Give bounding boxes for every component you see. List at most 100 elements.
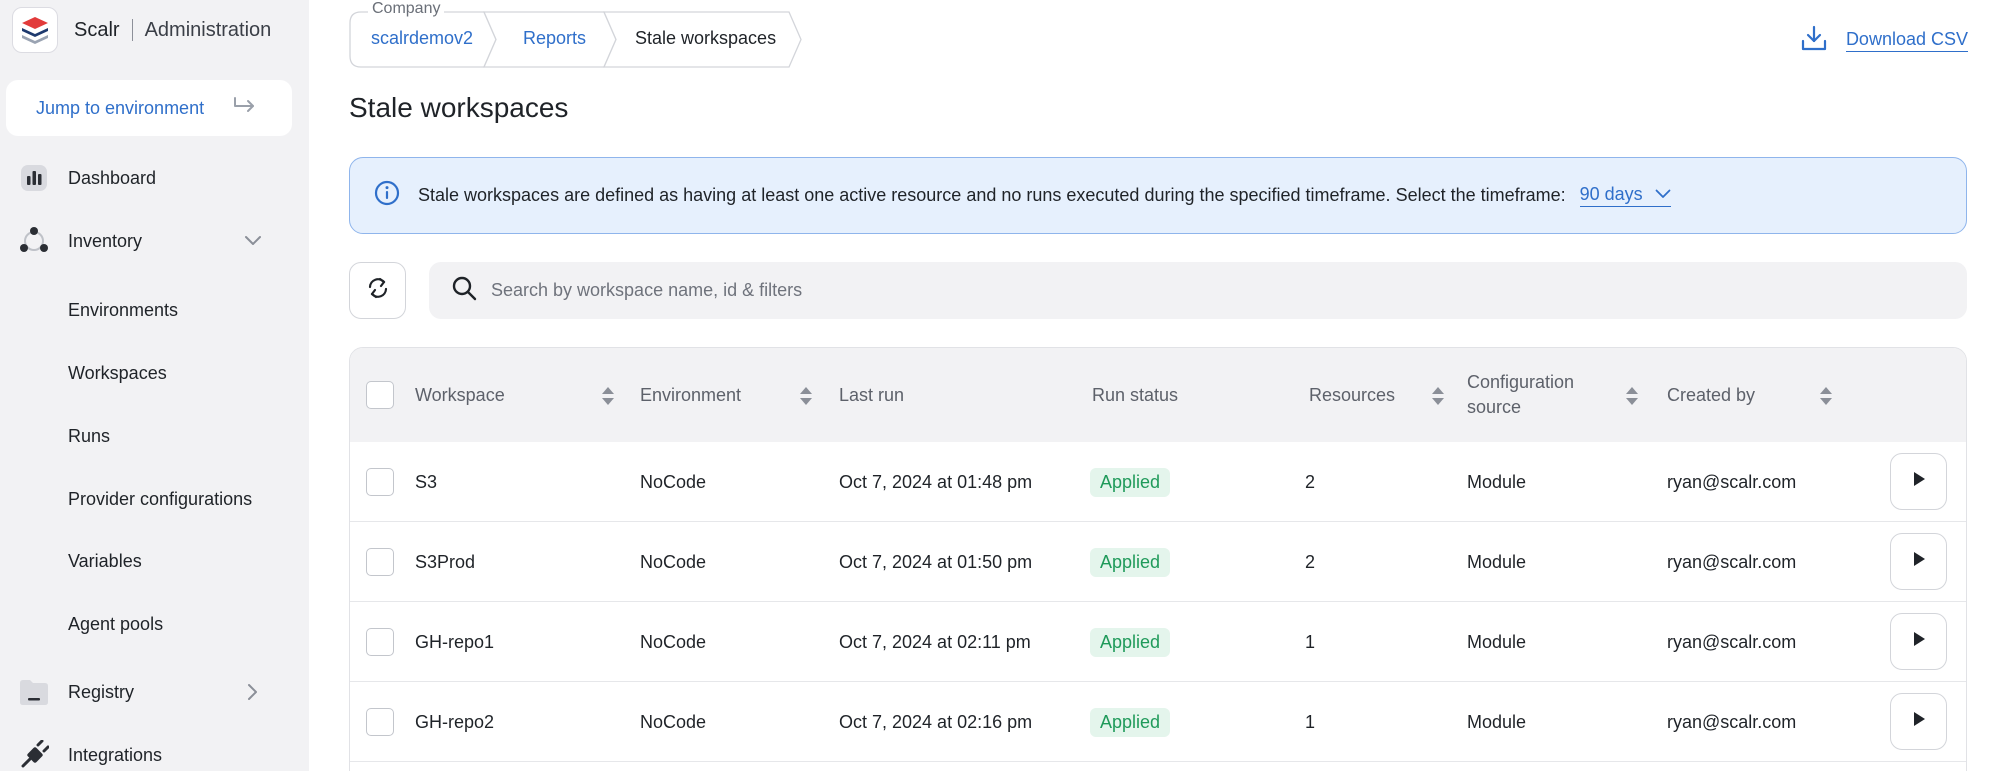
sidebar-item-dashboard[interactable]: Dashboard bbox=[0, 158, 309, 198]
cell-environment: NoCode bbox=[640, 711, 707, 732]
sidebar-item-label: Registry bbox=[68, 681, 135, 702]
cell-configuration-source: Module bbox=[1467, 471, 1527, 492]
download-csv-button[interactable]: Download CSV bbox=[1800, 24, 1968, 57]
scalr-logo-icon[interactable] bbox=[12, 7, 58, 53]
table-row[interactable]: S3Prod NoCode Oct 7, 2024 at 01:50 pm Ap… bbox=[350, 522, 1966, 602]
cell-run-status: Applied bbox=[1090, 682, 1171, 762]
cell-created-by: ryan@scalr.com bbox=[1667, 551, 1797, 572]
sidebar-item-label: Workspaces bbox=[68, 362, 167, 383]
search-input[interactable] bbox=[491, 280, 1891, 301]
sort-icon[interactable] bbox=[1431, 386, 1445, 411]
row-checkbox[interactable] bbox=[366, 708, 394, 736]
cell-last-run: Oct 7, 2024 at 01:48 pm bbox=[839, 471, 1033, 492]
timeframe-select[interactable]: 90 days bbox=[1579, 184, 1671, 207]
brand-separator bbox=[131, 19, 133, 41]
search-icon bbox=[451, 275, 477, 306]
column-resources[interactable]: Resources bbox=[1309, 348, 1395, 442]
table-row[interactable]: GH-repo1 NoCode Oct 7, 2024 at 02:11 pm … bbox=[350, 602, 1966, 682]
run-button[interactable] bbox=[1890, 453, 1947, 510]
column-label: Configuration source bbox=[1467, 370, 1574, 420]
column-label: Last run bbox=[839, 384, 905, 405]
run-button[interactable] bbox=[1890, 613, 1947, 670]
cell-last-run: Oct 7, 2024 at 02:16 pm bbox=[839, 711, 1033, 732]
sidebar-item-variables[interactable]: Variables bbox=[0, 541, 309, 581]
cell-run-status: Applied bbox=[1090, 602, 1171, 682]
column-environment[interactable]: Environment bbox=[640, 348, 741, 442]
enter-arrow-icon bbox=[232, 96, 256, 121]
download-icon bbox=[1800, 24, 1828, 57]
column-created-by[interactable]: Created by bbox=[1667, 348, 1755, 442]
column-label: Created by bbox=[1667, 384, 1756, 405]
sidebar-item-label: Environments bbox=[68, 299, 179, 320]
sidebar-item-label: Runs bbox=[68, 425, 111, 446]
sidebar-item-runs[interactable]: Runs bbox=[0, 416, 309, 456]
column-label-line: Configuration bbox=[1467, 372, 1575, 392]
chevron-down-icon bbox=[1655, 186, 1671, 204]
cell-workspace[interactable]: S3Prod bbox=[415, 522, 475, 602]
play-icon bbox=[1911, 710, 1927, 733]
refresh-icon bbox=[366, 276, 390, 305]
table-row[interactable]: GH-repo2 NoCode Oct 7, 2024 at 02:16 pm … bbox=[350, 682, 1966, 762]
breadcrumb-company-link[interactable]: scalrdemov2 bbox=[371, 28, 473, 49]
sidebar: Scalr Administration Jump to environment… bbox=[0, 0, 309, 771]
status-badge: Applied bbox=[1090, 547, 1171, 577]
jump-to-environment-button[interactable]: Jump to environment bbox=[6, 80, 292, 136]
breadcrumb-current: Stale workspaces bbox=[635, 28, 777, 48]
play-icon bbox=[1911, 550, 1927, 573]
play-icon bbox=[1911, 470, 1927, 493]
chevron-right-icon[interactable] bbox=[240, 679, 266, 705]
run-button[interactable] bbox=[1890, 693, 1947, 750]
timeframe-value: 90 days bbox=[1579, 184, 1643, 204]
registry-icon bbox=[18, 676, 50, 708]
inventory-icon bbox=[18, 225, 50, 257]
table-header: Workspace Environment Last run Run statu… bbox=[350, 348, 1966, 442]
cell-created-by: ryan@scalr.com bbox=[1667, 631, 1797, 652]
cell-workspace[interactable]: GH-repo1 bbox=[415, 602, 494, 682]
sort-icon[interactable] bbox=[799, 386, 813, 411]
sidebar-item-label: Inventory bbox=[68, 230, 143, 251]
select-all-checkbox[interactable] bbox=[366, 381, 394, 409]
cell-run-status: Applied bbox=[1090, 522, 1171, 602]
sidebar-item-provider-configurations[interactable]: Provider configurations bbox=[0, 479, 309, 519]
cell-workspace[interactable]: S3 bbox=[415, 442, 437, 522]
status-badge: Applied bbox=[1090, 467, 1171, 497]
sidebar-item-environments[interactable]: Environments bbox=[0, 290, 309, 330]
column-configuration-source[interactable]: Configuration source bbox=[1467, 348, 1574, 442]
cell-last-run: Oct 7, 2024 at 01:50 pm bbox=[839, 551, 1033, 572]
row-checkbox[interactable] bbox=[366, 548, 394, 576]
page-title: Stale workspaces bbox=[349, 92, 569, 123]
brand: Scalr Administration bbox=[12, 6, 271, 54]
status-badge: Applied bbox=[1090, 627, 1171, 657]
status-badge: Applied bbox=[1090, 707, 1171, 737]
sort-icon[interactable] bbox=[601, 386, 615, 411]
play-icon bbox=[1911, 630, 1927, 653]
cell-created-by: ryan@scalr.com bbox=[1667, 711, 1797, 732]
table-row[interactable]: S3 NoCode Oct 7, 2024 at 01:48 pm Applie… bbox=[350, 442, 1966, 522]
chevron-down-icon[interactable] bbox=[240, 228, 266, 254]
cell-workspace[interactable]: GH-repo2 bbox=[415, 682, 494, 762]
cell-resources: 1 bbox=[1305, 711, 1316, 732]
sidebar-item-integrations[interactable]: Integrations bbox=[0, 735, 309, 771]
cell-resources: 2 bbox=[1305, 471, 1316, 492]
cell-run-status: Applied bbox=[1090, 442, 1171, 522]
refresh-button[interactable] bbox=[349, 262, 406, 319]
sidebar-item-inventory[interactable]: Inventory bbox=[0, 221, 309, 261]
download-csv-label: Download CSV bbox=[1845, 29, 1968, 52]
cell-resources: 2 bbox=[1305, 551, 1316, 572]
breadcrumb-reports-link[interactable]: Reports bbox=[523, 28, 586, 49]
run-button[interactable] bbox=[1890, 533, 1947, 590]
sidebar-item-registry[interactable]: Registry bbox=[0, 672, 309, 712]
row-checkbox[interactable] bbox=[366, 468, 394, 496]
sidebar-item-workspaces[interactable]: Workspaces bbox=[0, 353, 309, 393]
column-workspace[interactable]: Workspace bbox=[415, 348, 505, 442]
cell-configuration-source: Module bbox=[1467, 711, 1527, 732]
column-run-status: Run status bbox=[1092, 348, 1178, 442]
sort-icon[interactable] bbox=[1625, 386, 1639, 411]
column-label: Environment bbox=[640, 384, 742, 405]
cell-resources: 1 bbox=[1305, 631, 1316, 652]
cell-last-run: Oct 7, 2024 at 02:11 pm bbox=[839, 631, 1031, 652]
sort-icon[interactable] bbox=[1819, 386, 1833, 411]
row-checkbox[interactable] bbox=[366, 628, 394, 656]
sidebar-item-label: Variables bbox=[68, 550, 142, 571]
sidebar-item-agent-pools[interactable]: Agent pools bbox=[0, 604, 309, 644]
